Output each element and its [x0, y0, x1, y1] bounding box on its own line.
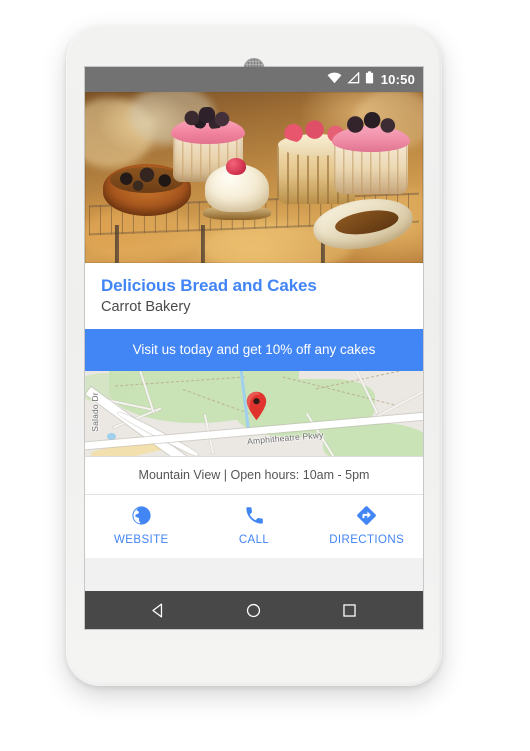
address-hours-row: Mountain View | Open hours: 10am - 5pm [85, 456, 423, 495]
app-content: Delicious Bread and Cakes Carrot Bakery … [85, 92, 423, 591]
website-button[interactable]: WEBSITE [85, 504, 198, 546]
action-button-row: WEBSITE CALL DIRECTIONS [85, 494, 423, 558]
business-info-card: Delicious Bread and Cakes Carrot Bakery … [85, 263, 423, 558]
map-label-salado-dr: Salado Dr [89, 392, 100, 432]
rack-leg [115, 225, 119, 263]
phone-device-frame: 10:50 Delicious Bread and Cakes Carrot B… [66, 26, 442, 686]
call-button-label: CALL [238, 533, 270, 546]
promo-banner[interactable]: Visit us today and get 10% off any cakes [85, 328, 423, 371]
bakery-hero-image [85, 92, 423, 263]
business-name: Carrot Bakery [101, 299, 191, 316]
nav-recents-button[interactable] [331, 595, 367, 625]
rack-leg [201, 225, 205, 263]
status-bar-clock: 10:50 [380, 72, 415, 87]
battery-icon [365, 70, 374, 89]
pastry-white-dome [203, 158, 271, 220]
directions-icon [310, 504, 423, 528]
screenshot-stage: 10:50 Delicious Bread and Cakes Carrot B… [0, 0, 530, 751]
circle-home-icon [247, 603, 261, 617]
wifi-icon [327, 71, 342, 89]
business-title: Delicious Bread and Cakes [101, 276, 317, 295]
pastry-pink-cake [331, 110, 411, 194]
phone-icon [198, 504, 311, 528]
website-button-label: WEBSITE [114, 533, 169, 546]
map-pin-icon [246, 391, 267, 421]
directions-button[interactable]: DIRECTIONS [310, 504, 423, 546]
status-bar: 10:50 [85, 67, 423, 92]
globe-icon [85, 504, 198, 528]
android-navigation-bar [85, 591, 423, 629]
square-recents-icon [343, 603, 356, 617]
directions-button-label: DIRECTIONS [329, 533, 405, 546]
card-title-block: Delicious Bread and Cakes Carrot Bakery [85, 263, 423, 329]
location-map[interactable]: Salado Dr Amphitheatre Pkwy [85, 370, 423, 457]
call-button[interactable]: CALL [198, 504, 311, 546]
phone-screen: 10:50 Delicious Bread and Cakes Carrot B… [85, 67, 423, 629]
triangle-back-icon [152, 602, 163, 618]
map-park-area [323, 422, 423, 456]
nav-back-button[interactable] [141, 595, 177, 625]
nav-home-button[interactable] [236, 595, 272, 625]
cell-signal-icon [347, 70, 360, 89]
